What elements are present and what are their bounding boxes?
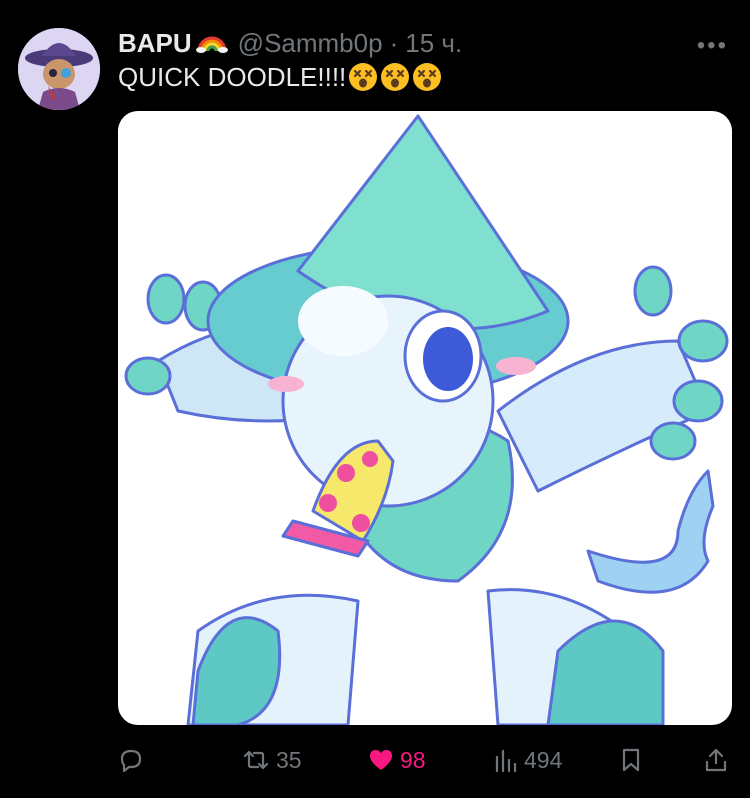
avatar-image <box>18 28 100 110</box>
author-handle[interactable]: @Sammb0p <box>238 28 383 59</box>
views-button[interactable]: 494 <box>494 736 562 784</box>
like-count: 98 <box>400 746 426 773</box>
bookmark-icon <box>620 747 642 773</box>
more-options-icon[interactable]: ••• <box>697 32 728 60</box>
reply-icon <box>118 747 144 773</box>
dizzy-face-emoji-icon <box>348 62 378 99</box>
timestamp[interactable]: 15 ч. <box>405 28 462 59</box>
author-name[interactable]: BAPU <box>118 28 192 59</box>
share-icon <box>704 747 728 773</box>
retweet-icon <box>242 747 270 773</box>
tweet-actions: 35 98 494 <box>0 736 750 784</box>
doodle-illustration <box>124 114 729 725</box>
rainbow-icon <box>195 27 228 60</box>
tweet-media-image[interactable] <box>118 111 732 725</box>
dizzy-face-emoji-icon <box>380 62 410 99</box>
heart-icon <box>368 748 394 772</box>
avatar[interactable] <box>18 28 100 110</box>
tweet-header: BAPU @Sammb0p · 15 ч. <box>118 26 462 60</box>
like-button[interactable]: 98 <box>368 736 426 784</box>
tweet-text: QUICK DOODLE!!!! <box>118 62 347 92</box>
views-count: 494 <box>524 746 563 773</box>
reply-button[interactable] <box>118 736 144 784</box>
tweet-text-row: QUICK DOODLE!!!! <box>118 62 442 99</box>
header-separator: · <box>389 27 399 58</box>
views-icon <box>494 747 518 773</box>
retweet-button[interactable]: 35 <box>242 736 302 784</box>
dizzy-face-emoji-icon <box>412 62 442 99</box>
retweet-count: 35 <box>276 746 302 773</box>
share-button[interactable] <box>704 736 728 784</box>
bookmark-button[interactable] <box>620 736 642 784</box>
